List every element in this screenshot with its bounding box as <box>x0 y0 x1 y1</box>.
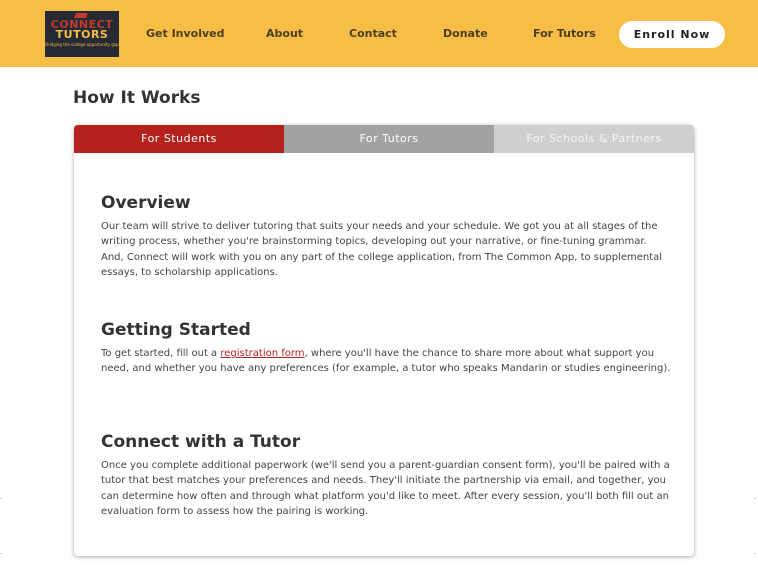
overview-heading: Overview <box>101 193 191 213</box>
nav-for-tutors[interactable]: For Tutors <box>533 24 596 44</box>
connect-heading: Connect with a Tutor <box>101 432 301 452</box>
getting-started-heading: Getting Started <box>101 320 251 340</box>
edge-tick-left <box>0 498 2 499</box>
how-it-works-panel: For Students For Tutors For Schools & Pa… <box>74 125 694 556</box>
nav-contact[interactable]: Contact <box>349 24 397 44</box>
nav-donate[interactable]: Donate <box>443 24 488 44</box>
edge-tick-left-2 <box>0 553 2 554</box>
tab-for-students[interactable]: For Students <box>74 125 284 153</box>
page-title: How It Works <box>73 88 201 108</box>
enroll-now-button[interactable]: Enroll Now <box>619 21 725 48</box>
nav-about[interactable]: About <box>266 24 303 44</box>
edge-tick-right <box>754 498 756 499</box>
getting-started-text: To get started, fill out a registration … <box>101 346 671 377</box>
logo-line-2: TUTORS <box>55 28 109 41</box>
tab-for-tutors[interactable]: For Tutors <box>284 125 494 153</box>
getting-started-text-before: To get started, fill out a <box>101 348 221 359</box>
registration-form-link[interactable]: registration form <box>220 348 304 359</box>
edge-tick-right-2 <box>754 553 756 554</box>
overview-text: Our team will strive to deliver tutoring… <box>101 221 663 278</box>
logo-tagline: Bridging the college opportunity gap <box>45 42 119 47</box>
nav-get-involved[interactable]: Get Involved <box>146 24 225 44</box>
connect-tutors-logo[interactable]: CONNECT TUTORS Bridging the college oppo… <box>45 11 119 57</box>
connect-text: Once you complete additional paperwork (… <box>101 460 670 517</box>
tab-for-schools-partners[interactable]: For Schools & Partners <box>494 125 694 153</box>
top-nav-bar: CONNECT TUTORS Bridging the college oppo… <box>0 0 758 67</box>
